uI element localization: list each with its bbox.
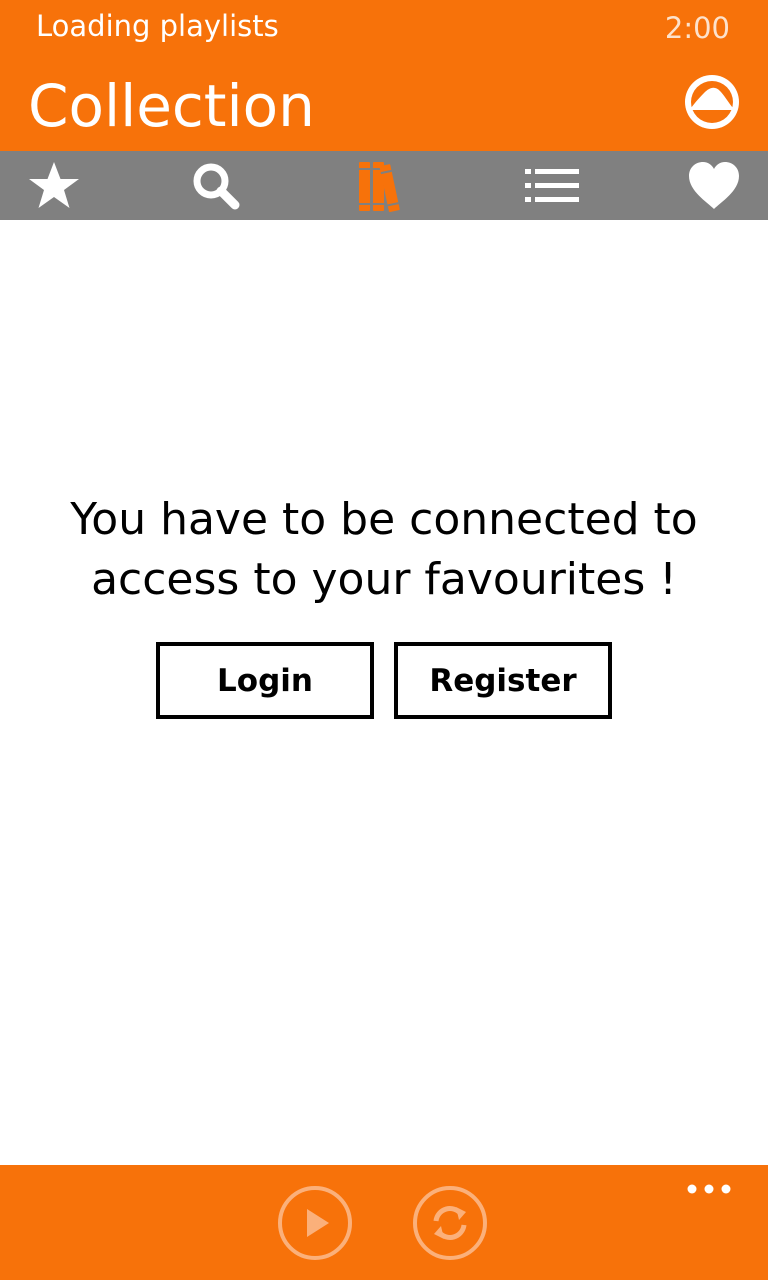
list-icon [525,168,579,202]
search-icon [193,163,240,209]
repeat-icon [413,1186,487,1260]
star-icon [29,161,79,208]
repeat-button[interactable] [412,1185,488,1261]
message-line-2: access to your favourites ! [91,554,677,605]
tab-popular[interactable] [4,151,104,220]
heart-icon [689,161,739,209]
more-options-button[interactable] [686,1179,732,1199]
tab-favourites[interactable] [664,151,764,220]
play-icon [278,1186,352,1260]
ellipsis-icon [687,1184,731,1194]
play-button[interactable] [277,1185,353,1261]
tab-playlists[interactable] [502,151,602,220]
register-button[interactable]: Register [394,642,612,719]
header: Loading playlists 2:00 Collection [0,0,768,151]
tab-bar [0,151,768,220]
message-line-1: You have to be connected to [70,494,698,545]
app-bar [0,1165,768,1280]
status-text: Loading playlists [36,9,279,43]
screen: Loading playlists 2:00 Collection You ha… [0,0,768,1280]
tab-search[interactable] [166,151,266,220]
clock: 2:00 [664,11,730,45]
login-required-message: You have to be connected to access to yo… [0,490,768,610]
tab-collection[interactable] [334,151,434,220]
books-collection-icon [359,161,400,212]
page-title: Collection [28,72,315,140]
grooveshark-logo-icon[interactable] [684,74,740,130]
login-button[interactable]: Login [156,642,374,719]
